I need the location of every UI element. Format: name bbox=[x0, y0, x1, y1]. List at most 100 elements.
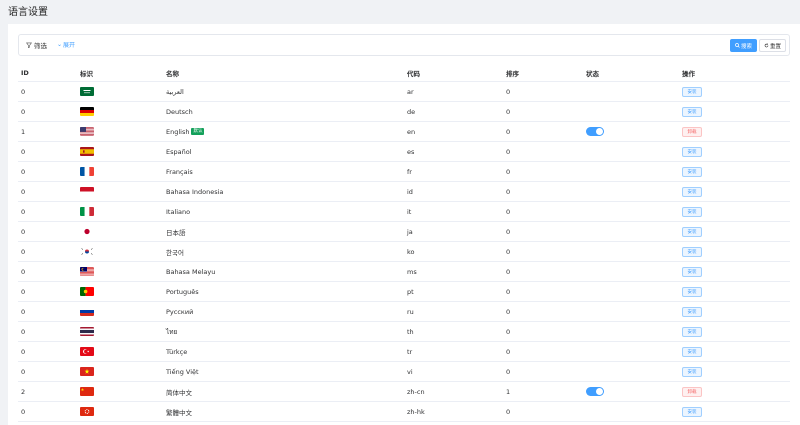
table-row: 0 ไทย th 0 安装 bbox=[18, 322, 790, 342]
install-button[interactable]: 安装 bbox=[682, 326, 702, 337]
status-toggle[interactable] bbox=[586, 387, 604, 396]
language-name: العربية bbox=[166, 87, 184, 96]
install-button[interactable]: 安装 bbox=[682, 106, 702, 117]
jp-flag-icon bbox=[80, 227, 94, 236]
sort-order: 0 bbox=[506, 87, 511, 96]
filter-bar: 筛选 ⌄ 展开 搜索 重置 bbox=[18, 34, 790, 56]
sort-order: 0 bbox=[506, 207, 511, 216]
sort-order: 0 bbox=[506, 187, 511, 196]
reset-button[interactable]: 重置 bbox=[759, 39, 786, 52]
language-code: th bbox=[407, 327, 414, 336]
table-row: 0 日本語 ja 0 安装 bbox=[18, 222, 790, 242]
table-row: 0 Deutsch de 0 安装 bbox=[18, 102, 790, 122]
ru-flag-icon bbox=[80, 307, 94, 316]
language-code: it bbox=[407, 207, 412, 216]
table-row: 2 简体中文 zh-cn 1 卸载 bbox=[18, 382, 790, 402]
reset-icon bbox=[764, 43, 769, 48]
language-name: Español bbox=[166, 147, 192, 156]
filter-label: 筛选 bbox=[34, 42, 47, 50]
install-button[interactable]: 安装 bbox=[682, 366, 702, 377]
fr-flag-icon bbox=[80, 167, 94, 176]
filter-icon bbox=[26, 42, 32, 48]
language-code: de bbox=[407, 107, 416, 116]
cn-flag-icon bbox=[80, 387, 94, 396]
table-row: 0 العربية ar 0 安装 bbox=[18, 82, 790, 102]
language-name: 简体中文 bbox=[166, 388, 192, 397]
sort-order: 0 bbox=[506, 147, 511, 156]
sort-order: 0 bbox=[506, 307, 511, 316]
sort-order: 0 bbox=[506, 407, 511, 416]
row-id: 0 bbox=[21, 87, 26, 96]
uninstall-button[interactable]: 卸载 bbox=[682, 126, 702, 137]
row-id: 0 bbox=[21, 307, 26, 316]
uninstall-button[interactable]: 卸载 bbox=[682, 386, 702, 397]
header-status: 状态 bbox=[586, 69, 599, 78]
row-id: 0 bbox=[21, 347, 26, 356]
table-row: 0 Bahasa Melayu ms 0 安装 bbox=[18, 262, 790, 282]
language-name: Tiếng Việt bbox=[166, 367, 199, 376]
kr-flag-icon bbox=[80, 247, 94, 256]
install-button[interactable]: 安装 bbox=[682, 226, 702, 237]
install-button[interactable]: 安装 bbox=[682, 346, 702, 357]
table-row: 0 Tiếng Việt vi 0 安装 bbox=[18, 362, 790, 382]
sort-order: 0 bbox=[506, 267, 511, 276]
row-id: 0 bbox=[21, 167, 26, 176]
install-button[interactable]: 安装 bbox=[682, 166, 702, 177]
pt-flag-icon bbox=[80, 287, 94, 296]
language-code: en bbox=[407, 127, 416, 136]
install-button[interactable]: 安装 bbox=[682, 186, 702, 197]
language-name: English bbox=[166, 127, 190, 136]
language-code: ru bbox=[407, 307, 414, 316]
status-toggle[interactable] bbox=[586, 127, 604, 136]
install-button[interactable]: 安装 bbox=[682, 306, 702, 317]
sort-order: 0 bbox=[506, 167, 511, 176]
table-row: 0 繁體中文 zh-hk 0 安装 bbox=[18, 402, 790, 422]
table-row: 1 English 默认 en 0 卸载 bbox=[18, 122, 790, 142]
header-id: ID bbox=[21, 68, 29, 77]
language-name: 日本語 bbox=[166, 228, 186, 237]
sort-order: 0 bbox=[506, 107, 511, 116]
search-label: 搜索 bbox=[740, 43, 752, 50]
header-code: 代码 bbox=[407, 69, 420, 78]
install-button[interactable]: 安装 bbox=[682, 246, 702, 257]
row-id: 0 bbox=[21, 207, 26, 216]
table-row: 0 Français fr 0 安装 bbox=[18, 162, 790, 182]
header-op: 操作 bbox=[682, 69, 695, 78]
id-flag-icon bbox=[80, 187, 94, 196]
table-header: ID 标识 名称 代码 排序 状态 操作 bbox=[18, 64, 790, 82]
search-button[interactable]: 搜索 bbox=[730, 39, 757, 52]
language-code: ar bbox=[407, 87, 414, 96]
sort-order: 0 bbox=[506, 347, 511, 356]
language-code: tr bbox=[407, 347, 413, 356]
expand-link[interactable]: ⌄ 展开 bbox=[57, 40, 75, 49]
row-id: 0 bbox=[21, 187, 26, 196]
install-button[interactable]: 安装 bbox=[682, 86, 702, 97]
row-id: 2 bbox=[21, 387, 26, 396]
row-id: 0 bbox=[21, 407, 26, 416]
row-id: 0 bbox=[21, 147, 26, 156]
install-button[interactable]: 安装 bbox=[682, 266, 702, 277]
language-code: es bbox=[407, 147, 415, 156]
language-code: ms bbox=[407, 267, 417, 276]
language-name: Italiano bbox=[166, 207, 191, 216]
table-row: 0 Italiano it 0 安装 bbox=[18, 202, 790, 222]
install-button[interactable]: 安装 bbox=[682, 146, 702, 157]
language-code: vi bbox=[407, 367, 413, 376]
install-button[interactable]: 安装 bbox=[682, 206, 702, 217]
sort-order: 0 bbox=[506, 287, 511, 296]
es-flag-icon bbox=[80, 147, 94, 156]
install-button[interactable]: 安装 bbox=[682, 406, 702, 417]
table-row: 0 Bahasa Indonesia id 0 安装 bbox=[18, 182, 790, 202]
de-flag-icon bbox=[80, 107, 94, 116]
default-badge: 默认 bbox=[191, 128, 205, 135]
language-code: pt bbox=[407, 287, 414, 296]
header-sort: 排序 bbox=[506, 69, 519, 78]
table-row: 0 Português pt 0 安装 bbox=[18, 282, 790, 302]
install-button[interactable]: 安装 bbox=[682, 286, 702, 297]
filter-button[interactable]: 筛选 bbox=[26, 40, 47, 50]
reset-label: 重置 bbox=[769, 43, 781, 50]
row-id: 0 bbox=[21, 287, 26, 296]
language-name: ไทย bbox=[166, 327, 178, 336]
sort-order: 0 bbox=[506, 327, 511, 336]
language-name: Français bbox=[166, 167, 193, 176]
